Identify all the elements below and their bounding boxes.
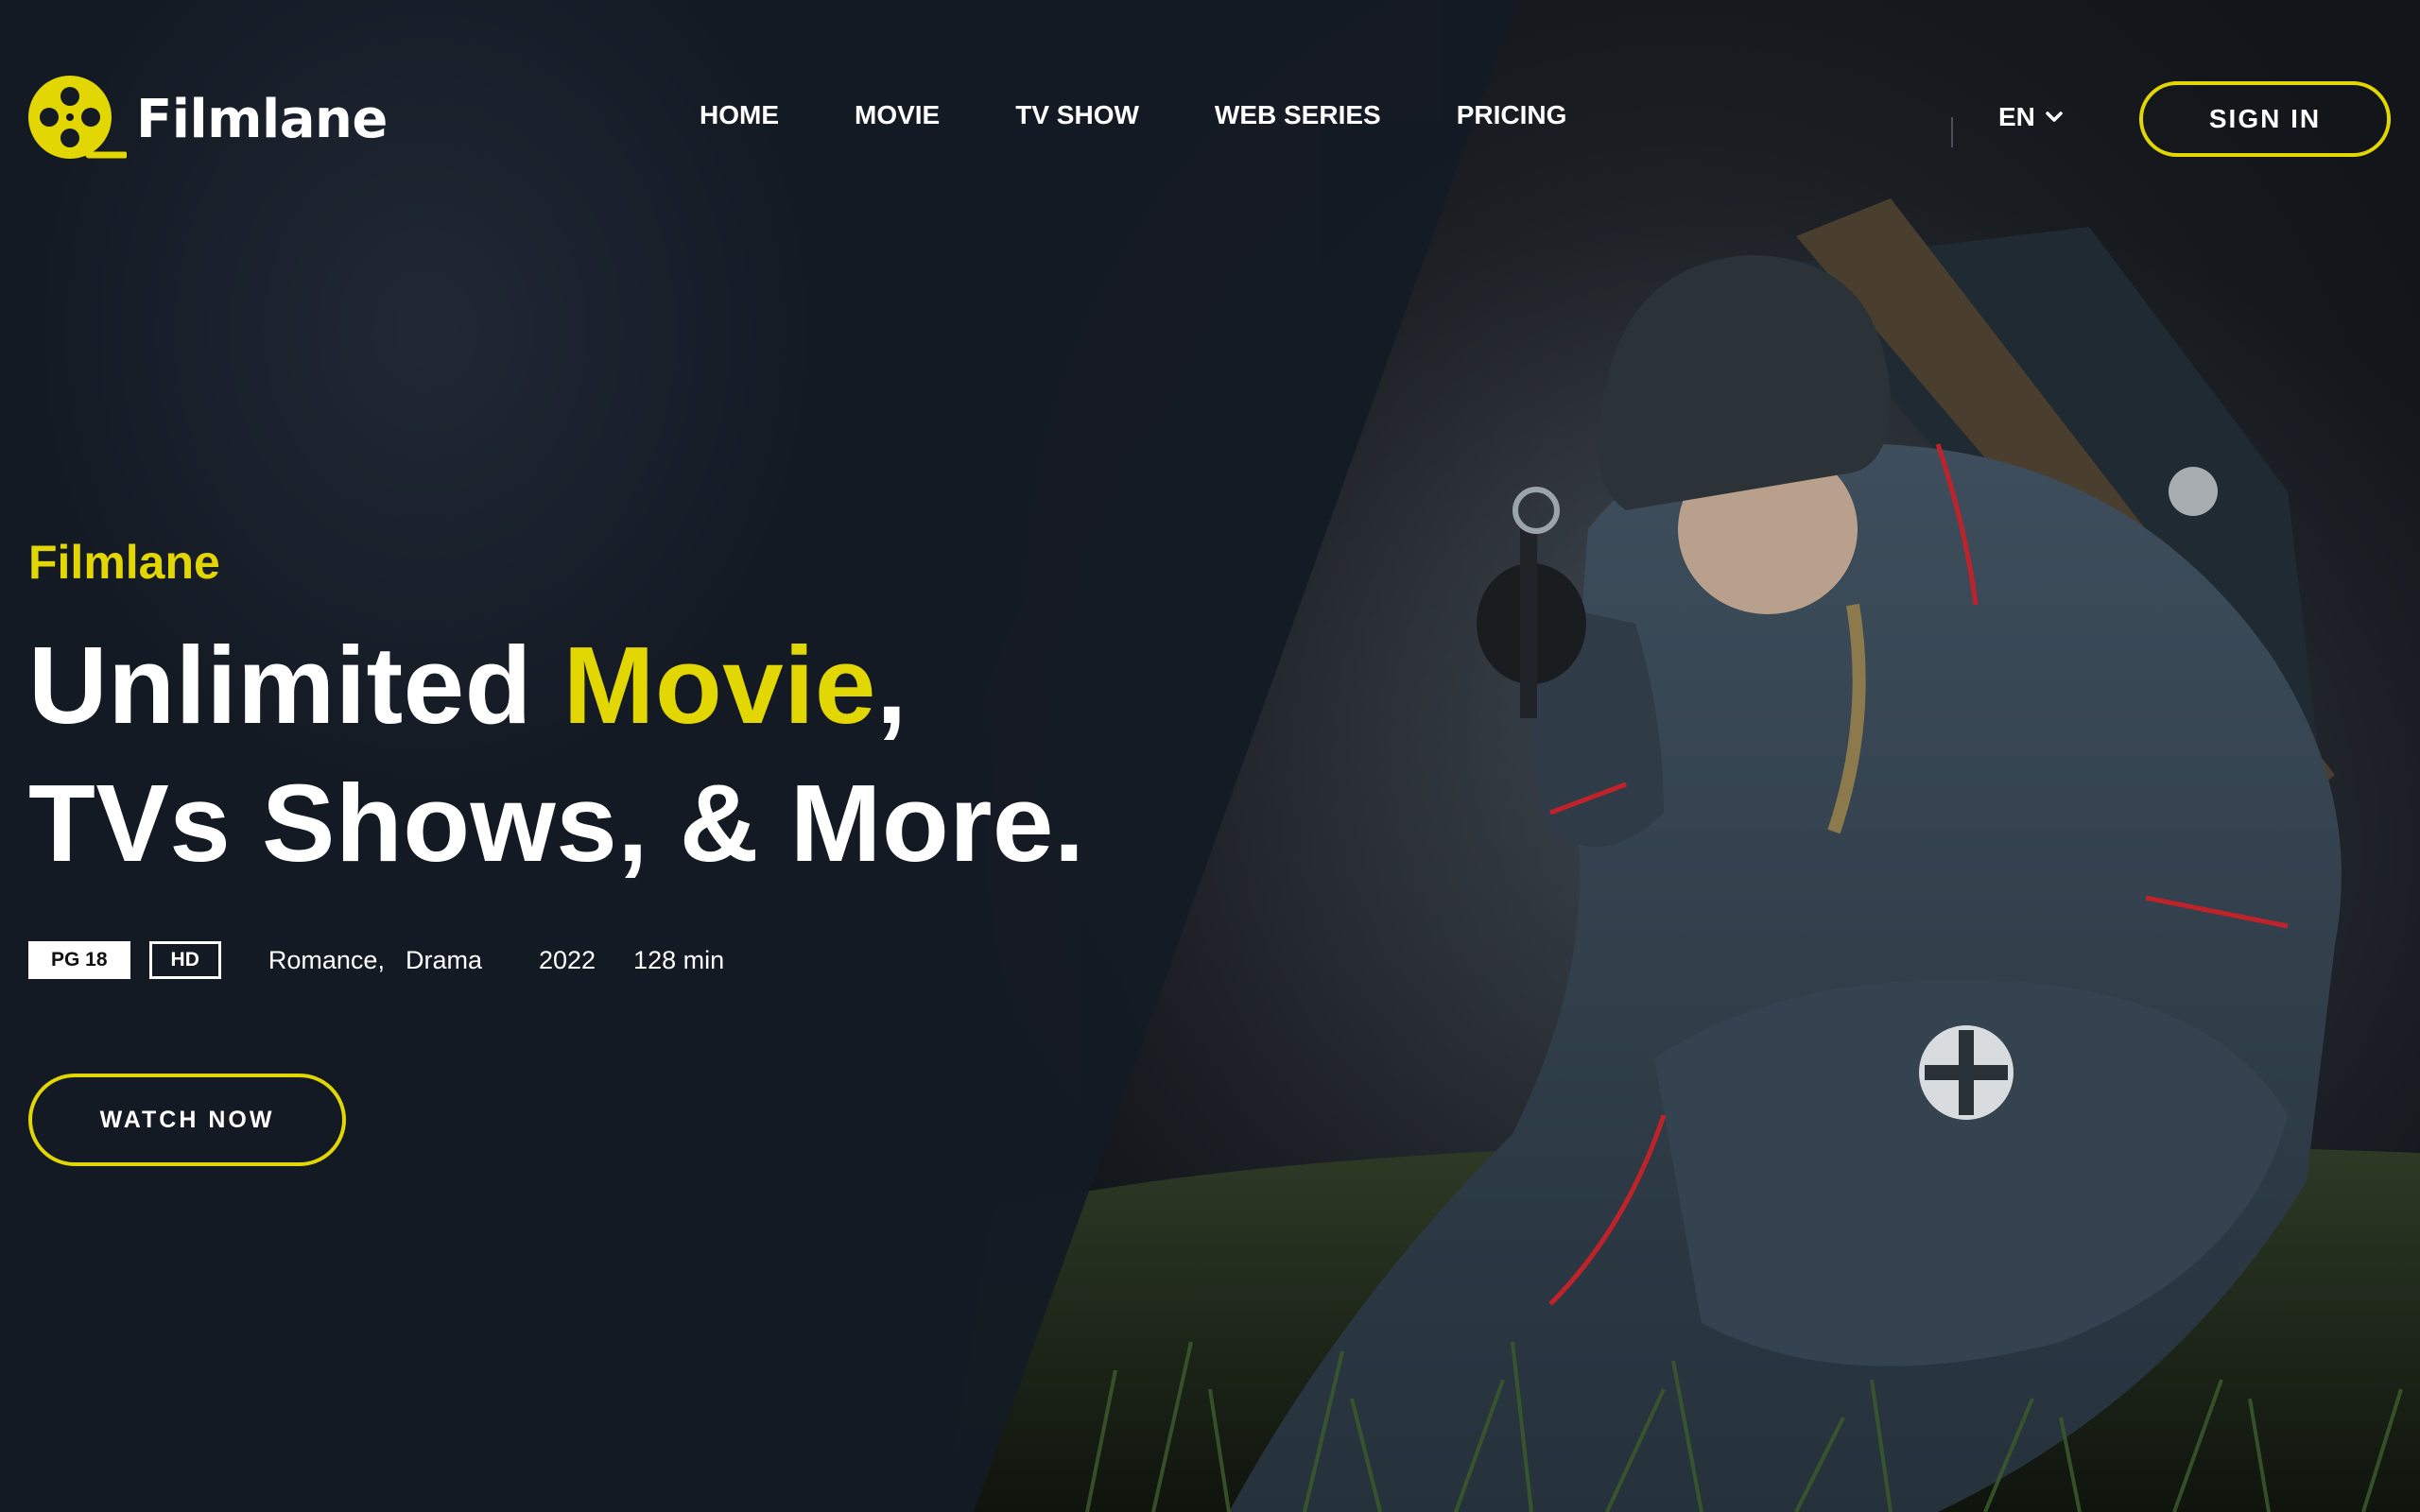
sign-in-button[interactable]: SIGN IN [2139,81,2391,157]
nav-item-web-series[interactable]: WEB SERIES [1215,100,1381,130]
genre-list: Romance, Drama [268,946,482,975]
genre-item[interactable]: Drama [406,946,482,975]
release-year: 2022 [538,945,596,974]
rating-badge: PG 18 [28,941,130,979]
brand-logo[interactable]: Filmlane [26,74,388,164]
nav-item-pricing[interactable]: PRICING [1457,100,1567,130]
genre-item[interactable]: Romance, [268,946,385,975]
hero-title-accent: Movie [562,624,876,747]
hero-title-line2: TVs Shows, & More. [28,762,1085,885]
film-reel-icon [28,76,127,159]
site-header: Filmlane HOME MOVIE TV SHOW WEB SERIES P… [0,0,2420,236]
hero-title-part2: , [875,624,908,747]
header-divider [1951,117,1953,147]
hero-title: Unlimited Movie, TVs Shows, & More. [28,616,1257,892]
nav-item-tv-show[interactable]: TV SHOW [1015,100,1139,130]
watch-now-button[interactable]: WATCH NOW [28,1074,346,1166]
nav-item-home[interactable]: HOME [700,100,779,130]
main-nav: HOME MOVIE TV SHOW WEB SERIES PRICING [700,100,1642,130]
nav-item-movie[interactable]: MOVIE [855,100,940,130]
chevron-down-icon [2046,112,2063,122]
runtime: 128 min [633,945,725,974]
language-selector[interactable]: EN [1998,102,2064,132]
quality-badge: HD [148,941,221,979]
movie-meta: PG 18 HD Romance, Drama 2022 128 min [28,941,724,979]
hero-title-part1: Unlimited [28,624,563,747]
page: Filmlane HOME MOVIE TV SHOW WEB SERIES P… [0,0,2420,1512]
brand-name: Filmlane [136,88,388,150]
language-label: EN [1998,102,2035,131]
hero-subtitle: Filmlane [28,536,220,589]
